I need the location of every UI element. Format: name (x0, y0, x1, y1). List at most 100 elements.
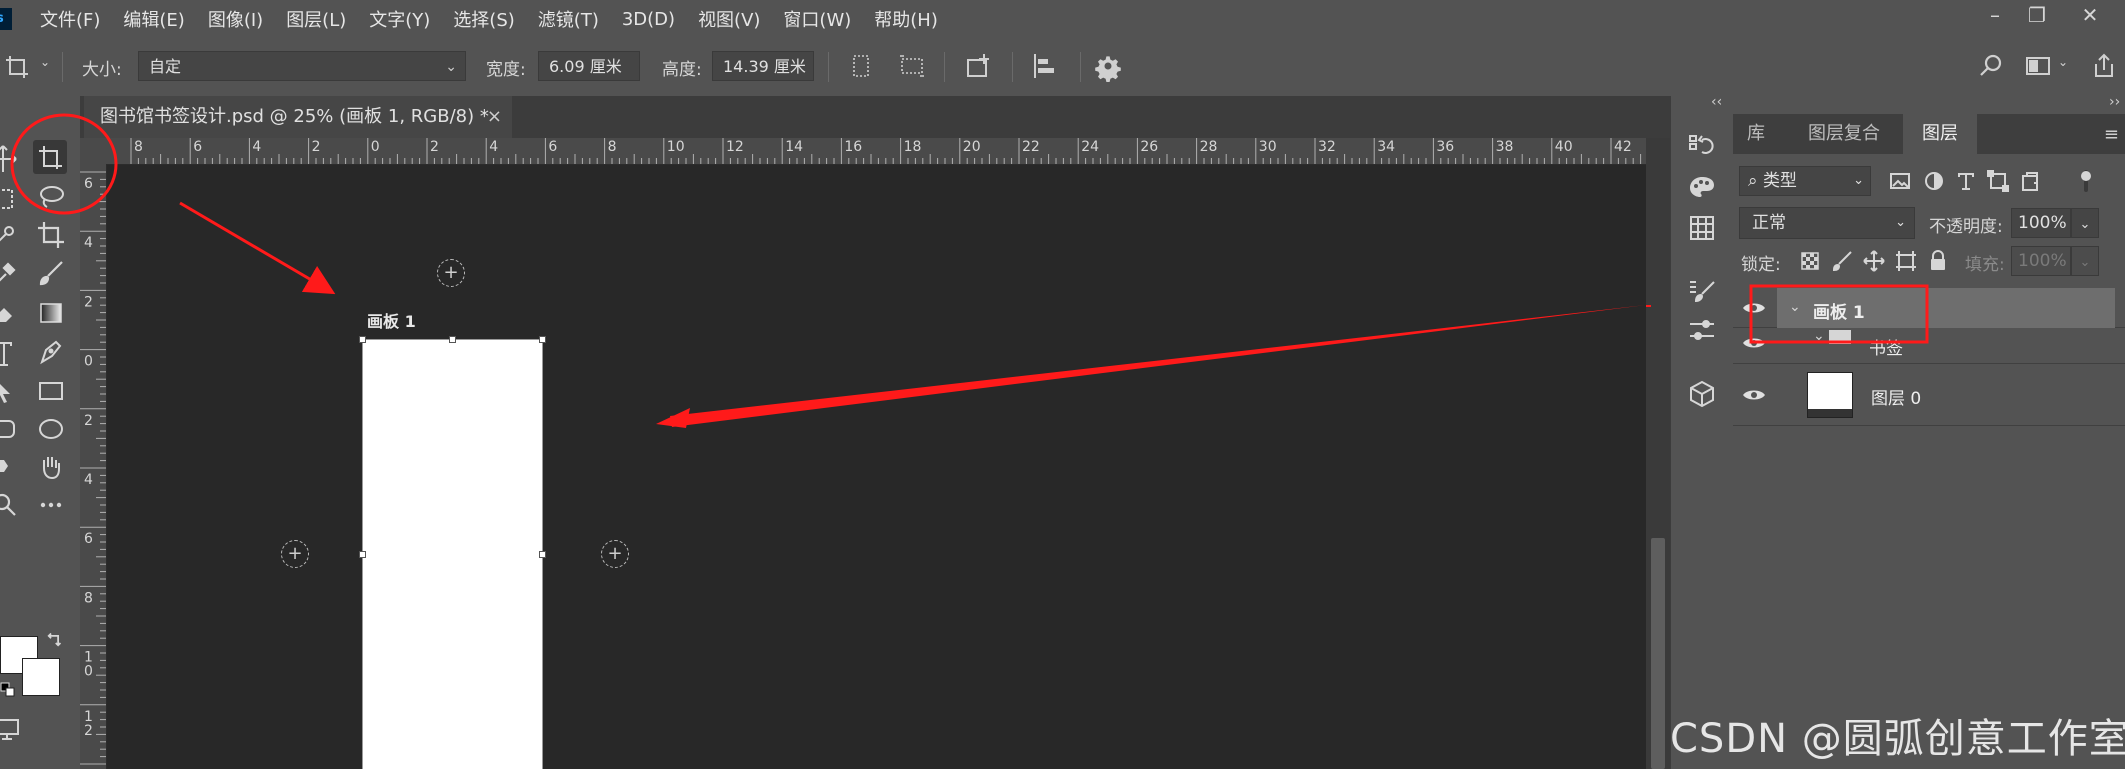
fill-input[interactable]: 100% (2011, 246, 2071, 276)
preset-caret-icon[interactable]: ⌄ (40, 55, 50, 69)
3d-cube-icon[interactable] (1686, 378, 1718, 410)
workspace-caret-icon[interactable]: ⌄ (2058, 55, 2068, 69)
menu-select[interactable]: 选择(S) (453, 6, 514, 32)
default-colors-icon[interactable] (0, 682, 16, 698)
document-tab[interactable]: 图书馆书签设计.psd @ 25% (画板 1, RGB/8) * × (84, 96, 512, 138)
history-icon[interactable] (1686, 130, 1718, 162)
fill-dropdown[interactable]: ⌄ (2071, 246, 2099, 276)
crop-tool-icon[interactable] (34, 218, 68, 252)
resize-handle[interactable] (539, 551, 546, 558)
eyedropper-tool-icon[interactable] (0, 258, 20, 292)
tab-layers[interactable]: 图层 (1903, 114, 1977, 154)
filter-toggle-icon[interactable] (2073, 168, 2099, 194)
resize-handle[interactable] (359, 336, 366, 343)
lock-position-icon[interactable] (1861, 248, 1887, 274)
scrollbar-thumb[interactable] (1651, 538, 1665, 769)
add-artboard-right-icon[interactable]: + (601, 540, 629, 568)
lock-image-pixels-icon[interactable] (1829, 248, 1855, 274)
vertical-ruler[interactable]: 642024681012 (80, 164, 107, 769)
share-icon[interactable] (2088, 50, 2120, 82)
lock-artboard-icon[interactable] (1893, 248, 1919, 274)
lock-all-icon[interactable] (1925, 248, 1951, 274)
restore-button[interactable]: ❐ (2012, 0, 2062, 30)
eye-icon[interactable] (1741, 382, 1767, 408)
filter-adjustment-icon[interactable] (1921, 168, 1947, 194)
lock-transparent-pixels-icon[interactable] (1797, 248, 1823, 274)
expand-icon[interactable]: ›› (2109, 94, 2120, 110)
align-left-icon[interactable] (1028, 50, 1060, 82)
resize-handle[interactable] (449, 336, 456, 343)
menu-edit[interactable]: 编辑(E) (123, 6, 184, 32)
swap-colors-icon[interactable] (44, 630, 64, 650)
gear-icon[interactable] (1092, 50, 1124, 82)
menu-help[interactable]: 帮助(H) (874, 6, 938, 32)
screen-mode-icon[interactable] (0, 712, 24, 746)
eye-icon[interactable] (1741, 330, 1767, 356)
type-tool-icon[interactable] (0, 336, 20, 370)
eye-icon[interactable] (1741, 295, 1767, 321)
layer-row-artboard[interactable]: ⌄ 画板 1 (1733, 288, 2125, 328)
menu-filter[interactable]: 滤镜(T) (538, 6, 599, 32)
layer-row-group[interactable]: ⌄ 书签 (1733, 328, 2125, 364)
chevron-down-icon[interactable]: ⌄ (1813, 328, 1825, 344)
canvas-area[interactable]: 画板 1 + + + (107, 165, 1646, 769)
background-color-swatch[interactable] (22, 658, 60, 696)
vertical-scrollbar[interactable] (1646, 138, 1670, 769)
chevron-down-icon[interactable]: ⌄ (1789, 299, 1801, 315)
swatches-grid-icon[interactable] (1686, 212, 1718, 244)
blend-mode-select[interactable]: 正常 ⌄ (1739, 207, 1915, 239)
close-button[interactable]: ✕ (2065, 0, 2115, 30)
custom-shape-tool-icon[interactable] (0, 450, 20, 484)
workspace-icon[interactable] (2022, 50, 2054, 82)
collapse-icon[interactable]: ‹‹ (1711, 94, 1722, 110)
eraser-tool-icon[interactable] (0, 296, 20, 330)
quick-select-tool-icon[interactable] (0, 220, 20, 254)
menu-file[interactable]: 文件(F) (40, 6, 100, 32)
landscape-orientation-icon[interactable] (896, 50, 928, 82)
layer-name[interactable]: 图层 0 (1871, 384, 1921, 409)
layer-filter-select[interactable]: ⌕ 类型 ⌄ (1739, 166, 1871, 196)
menu-3d[interactable]: 3D(D) (622, 9, 675, 30)
layer-row-pixel[interactable]: 图层 0 (1733, 364, 2125, 426)
layer-name[interactable]: 画板 1 (1813, 298, 1865, 323)
size-select[interactable]: 自定 ⌄ (138, 51, 466, 81)
move-tool-icon[interactable] (0, 142, 20, 176)
gradient-tool-icon[interactable] (34, 296, 68, 330)
lasso-tool-icon[interactable] (34, 180, 68, 214)
artboard-label[interactable]: 画板 1 (367, 308, 416, 332)
filter-shape-icon[interactable] (1985, 168, 2011, 194)
close-icon[interactable]: × (487, 96, 502, 138)
opacity-input[interactable]: 100% (2011, 208, 2071, 238)
menu-image[interactable]: 图像(I) (208, 6, 263, 32)
tab-layer-comps[interactable]: 图层复合 (1789, 114, 1899, 154)
resize-handle[interactable] (539, 336, 546, 343)
more-tools-icon[interactable] (34, 488, 68, 522)
pen-tool-icon[interactable] (34, 334, 68, 368)
menu-layer[interactable]: 图层(L) (286, 6, 346, 32)
filter-pixel-icon[interactable] (1887, 168, 1913, 194)
brush-tool-icon[interactable] (34, 256, 68, 290)
add-artboard-top-icon[interactable]: + (437, 259, 465, 287)
height-input[interactable]: 14.39 厘米 (712, 51, 814, 81)
filter-smart-object-icon[interactable] (2017, 168, 2043, 194)
tab-libraries[interactable]: 库 (1733, 114, 1779, 154)
zoom-tool-icon[interactable] (0, 488, 20, 522)
path-select-tool-icon[interactable] (0, 374, 20, 408)
artboard[interactable] (362, 339, 543, 769)
filter-type-icon[interactable] (1953, 168, 1979, 194)
color-palette-icon[interactable] (1686, 172, 1718, 204)
resize-handle[interactable] (359, 551, 366, 558)
panel-menu-icon[interactable]: ≡ (2104, 124, 2119, 145)
menu-view[interactable]: 视图(V) (698, 6, 760, 32)
opacity-dropdown[interactable]: ⌄ (2071, 208, 2099, 238)
marquee-tool-icon[interactable] (0, 182, 20, 216)
menu-type[interactable]: 文字(Y) (369, 6, 430, 32)
artboard-tool-preset-icon[interactable] (2, 50, 34, 82)
ruler-origin[interactable] (80, 138, 106, 164)
portrait-orientation-icon[interactable] (845, 50, 877, 82)
brush-settings-icon[interactable] (1686, 276, 1718, 308)
artboard-tool-icon[interactable] (33, 140, 67, 174)
menu-window[interactable]: 窗口(W) (783, 6, 851, 32)
adjustments-icon[interactable] (1686, 314, 1718, 346)
horizontal-ruler[interactable]: 8 6 4 2 0 2 4 6 8 10 12 14 16 18 20 22 24 26 28 30 32 34 36 38 4… (106, 138, 1646, 165)
